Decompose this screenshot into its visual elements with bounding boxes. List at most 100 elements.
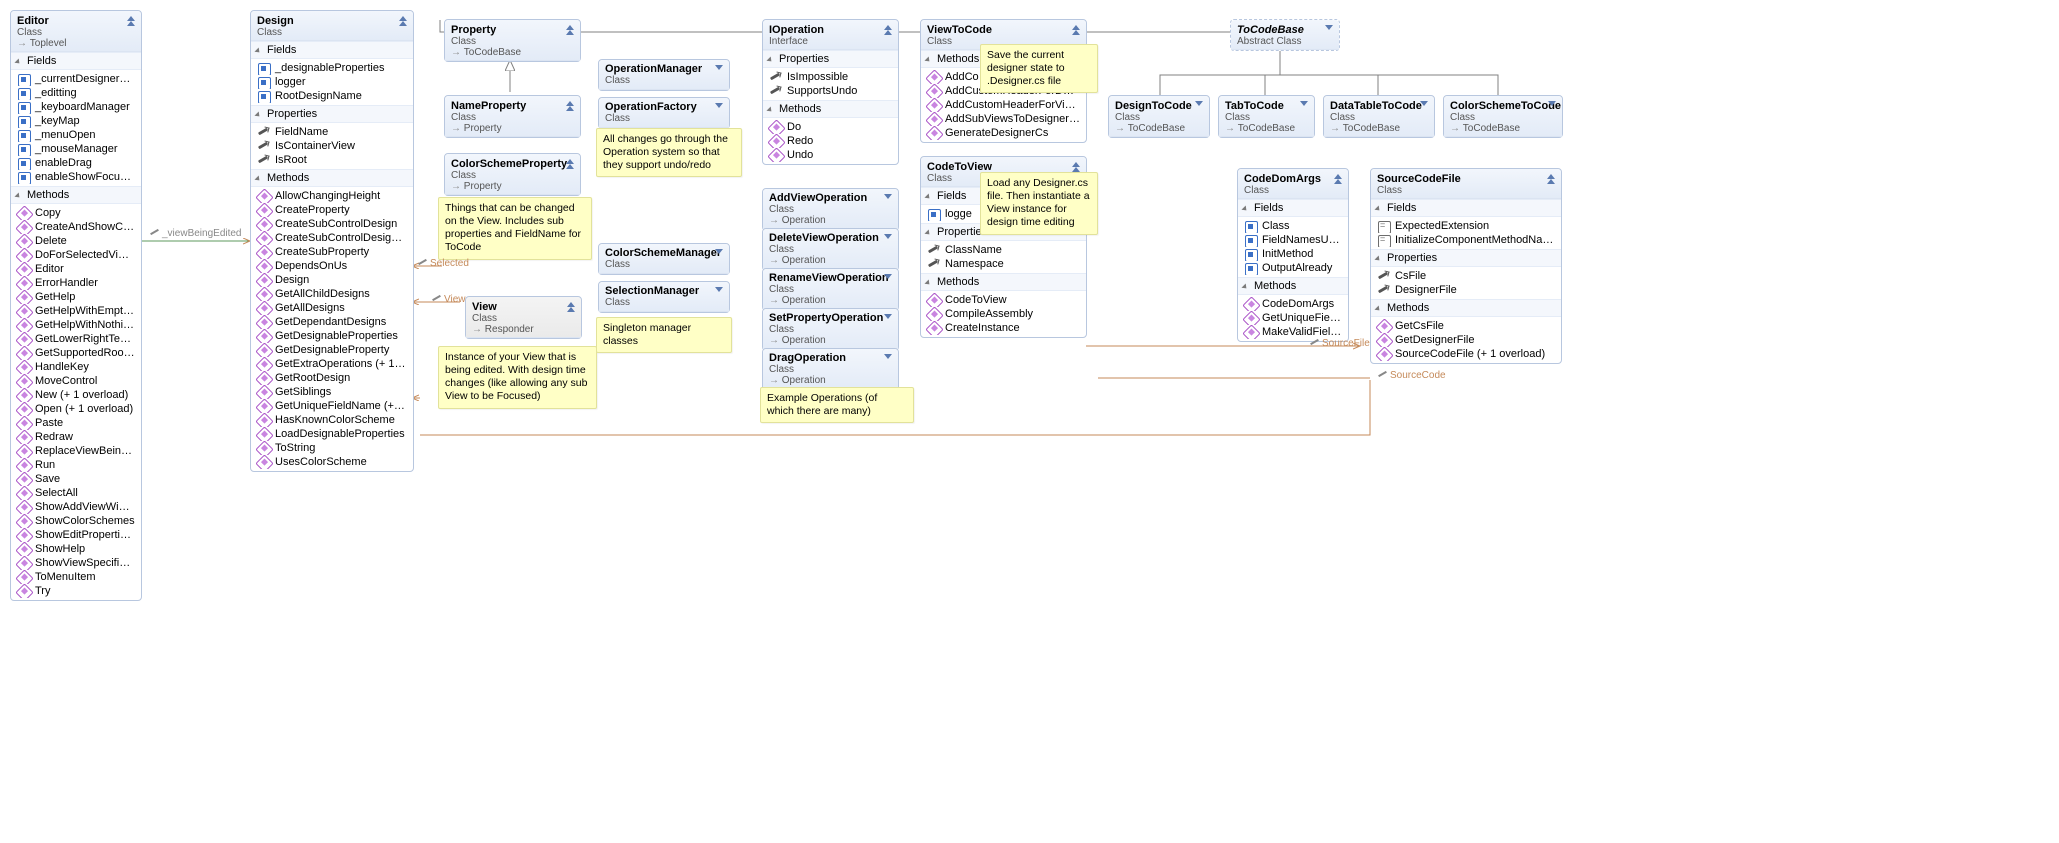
member-item[interactable]: UsesColorScheme (251, 455, 413, 469)
member-item[interactable]: Run (11, 458, 141, 472)
member-item[interactable]: CreateInstance (921, 321, 1086, 335)
chevron-icon[interactable] (882, 25, 892, 35)
chevron-icon[interactable] (1546, 101, 1556, 111)
member-item[interactable]: GetUniqueFieldName (+ 1 o… (251, 399, 413, 413)
member-item[interactable]: Editor (11, 262, 141, 276)
member-item[interactable]: GenerateDesignerCs (921, 126, 1086, 140)
chevron-icon[interactable] (564, 159, 574, 169)
member-item[interactable]: GetRootDesign (251, 371, 413, 385)
chevron-icon[interactable] (1193, 101, 1203, 111)
member-item[interactable]: MoveControl (11, 374, 141, 388)
member-item[interactable]: enableDrag (11, 156, 141, 170)
member-item[interactable]: CreateSubControlDesign (251, 217, 413, 231)
member-item[interactable]: DesignerFile (1371, 283, 1561, 297)
chevron-icon[interactable] (564, 101, 574, 111)
member-item[interactable]: GetCsFile (1371, 319, 1561, 333)
section-methods[interactable]: Methods (1238, 277, 1348, 295)
member-item[interactable]: Delete (11, 234, 141, 248)
chevron-icon[interactable] (882, 234, 892, 244)
member-item[interactable]: logger (251, 75, 413, 89)
chevron-icon[interactable] (125, 16, 135, 26)
member-item[interactable]: _editting (11, 86, 141, 100)
section-fields[interactable]: Fields (251, 41, 413, 59)
member-item[interactable]: OutputAlready (1238, 261, 1348, 275)
member-item[interactable]: Design (251, 273, 413, 287)
chevron-icon[interactable] (1298, 101, 1308, 111)
member-item[interactable]: CsFile (1371, 269, 1561, 283)
member-item[interactable]: GetDependantDesigns (251, 315, 413, 329)
member-item[interactable]: ShowEditProperties… (11, 528, 141, 542)
section-properties[interactable]: Properties (1371, 249, 1561, 267)
member-item[interactable]: Class (1238, 219, 1348, 233)
member-item[interactable]: HandleKey (11, 360, 141, 374)
member-item[interactable]: AddSubViewsToDesignerCs (921, 112, 1086, 126)
member-item[interactable]: GetSupportedRoot… (11, 346, 141, 360)
member-item[interactable]: _mouseManager (11, 142, 141, 156)
chevron-icon[interactable] (713, 103, 723, 113)
member-item[interactable]: CreateAndShowCon… (11, 220, 141, 234)
member-item[interactable]: Paste (11, 416, 141, 430)
chevron-icon[interactable] (882, 194, 892, 204)
member-item[interactable]: _keyboardManager (11, 100, 141, 114)
chevron-icon[interactable] (1332, 174, 1342, 184)
member-item[interactable]: CodeDomArgs (1238, 297, 1348, 311)
chevron-icon[interactable] (713, 249, 723, 259)
member-item[interactable]: ToMenuItem (11, 570, 141, 584)
member-item[interactable]: AllowChangingHeight (251, 189, 413, 203)
member-item[interactable]: enableShowFocused (11, 170, 141, 184)
chevron-icon[interactable] (882, 314, 892, 324)
member-item[interactable]: _designableProperties (251, 61, 413, 75)
member-item[interactable]: ReplaceViewBeingE… (11, 444, 141, 458)
chevron-icon[interactable] (565, 302, 575, 312)
member-item[interactable]: GetSiblings (251, 385, 413, 399)
member-item[interactable]: AddCustomHeaderForViewFile (921, 98, 1086, 112)
member-item[interactable]: ShowAddViewWind… (11, 500, 141, 514)
section-fields[interactable]: Fields (1371, 199, 1561, 217)
member-item[interactable]: ShowViewSpecificO… (11, 556, 141, 570)
section-properties[interactable]: Properties (763, 50, 898, 68)
member-item[interactable]: GetAllDesigns (251, 301, 413, 315)
section-properties[interactable]: Properties (251, 105, 413, 123)
member-item[interactable]: ErrorHandler (11, 276, 141, 290)
section-methods[interactable]: Methods (763, 100, 898, 118)
section-methods[interactable]: Methods (921, 273, 1086, 291)
section-methods[interactable]: Methods (11, 186, 141, 204)
member-item[interactable]: IsContainerView (251, 139, 413, 153)
member-item[interactable]: InitMethod (1238, 247, 1348, 261)
chevron-icon[interactable] (564, 25, 574, 35)
member-item[interactable]: LoadDesignableProperties (251, 427, 413, 441)
member-item[interactable]: SelectAll (11, 486, 141, 500)
member-item[interactable]: _menuOpen (11, 128, 141, 142)
member-item[interactable]: GetDesignableProperties (251, 329, 413, 343)
member-item[interactable]: _currentDesignerFile (11, 72, 141, 86)
member-item[interactable]: Namespace (921, 257, 1086, 271)
member-item[interactable]: CompileAssembly (921, 307, 1086, 321)
section-methods[interactable]: Methods (251, 169, 413, 187)
member-item[interactable]: Redraw (11, 430, 141, 444)
member-item[interactable]: GetDesignableProperty (251, 343, 413, 357)
member-item[interactable]: Save (11, 472, 141, 486)
member-item[interactable]: InitializeComponentMethodName (1371, 233, 1561, 247)
member-item[interactable]: FieldNamesUsed (1238, 233, 1348, 247)
member-item[interactable]: SourceCodeFile (+ 1 overload) (1371, 347, 1561, 361)
member-item[interactable]: SupportsUndo (763, 84, 898, 98)
chevron-icon[interactable] (882, 274, 892, 284)
member-item[interactable]: GetUniqueField… (1238, 311, 1348, 325)
chevron-icon[interactable] (1070, 25, 1080, 35)
chevron-icon[interactable] (882, 354, 892, 364)
member-item[interactable]: GetLowerRightTextIf… (11, 332, 141, 346)
member-item[interactable]: GetDesignerFile (1371, 333, 1561, 347)
member-item[interactable]: CreateSubControlDesigns (+… (251, 231, 413, 245)
member-item[interactable]: HasKnownColorScheme (251, 413, 413, 427)
member-item[interactable]: CodeToView (921, 293, 1086, 307)
member-item[interactable]: Open (+ 1 overload) (11, 402, 141, 416)
chevron-icon[interactable] (1418, 101, 1428, 111)
chevron-icon[interactable] (713, 65, 723, 75)
section-fields[interactable]: Fields (11, 52, 141, 70)
member-item[interactable]: GetHelpWithEmpty… (11, 304, 141, 318)
member-item[interactable]: ToString (251, 441, 413, 455)
member-item[interactable]: Redo (763, 134, 898, 148)
member-item[interactable]: ClassName (921, 243, 1086, 257)
chevron-icon[interactable] (1545, 174, 1555, 184)
chevron-icon[interactable] (1070, 162, 1080, 172)
